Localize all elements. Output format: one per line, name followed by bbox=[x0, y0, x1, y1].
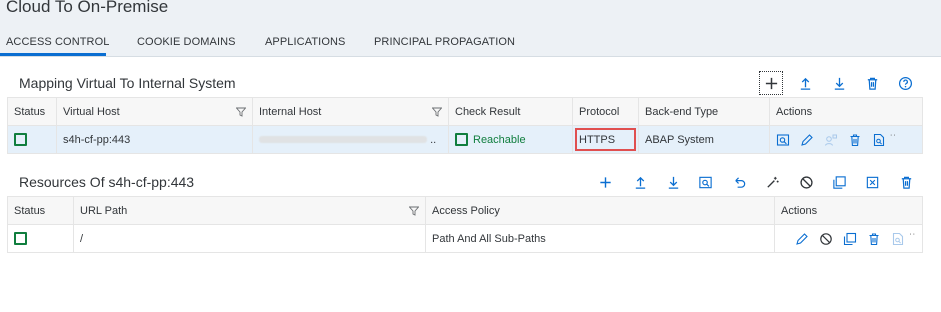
filter-icon[interactable] bbox=[409, 206, 419, 216]
mapping-header-row: Status Virtual Host Internal Host Check … bbox=[7, 97, 923, 126]
column-header-backend-type[interactable]: Back-end Type bbox=[638, 97, 770, 126]
status-ok-icon bbox=[14, 232, 27, 245]
view-log-icon[interactable] bbox=[872, 133, 886, 147]
resources-toolbar bbox=[594, 171, 924, 193]
virtual-host-cell: s4h-cf-pp:443 bbox=[56, 125, 253, 154]
plus-icon bbox=[765, 77, 777, 89]
column-header-internal-host[interactable]: Internal Host bbox=[252, 97, 449, 126]
table-row[interactable]: / Path And All Sub-Paths ˙˙ bbox=[7, 224, 923, 253]
tab-cookie-domains[interactable]: COOKIE DOMAINS bbox=[137, 36, 236, 48]
filter-icon[interactable] bbox=[432, 107, 442, 117]
column-header-check-result[interactable]: Check Result bbox=[448, 97, 573, 126]
upload-resources-button[interactable] bbox=[629, 171, 651, 193]
actions-cell: ˙˙ bbox=[769, 125, 923, 154]
column-header-actions: Actions bbox=[774, 196, 923, 225]
column-header-url-path[interactable]: URL Path bbox=[73, 196, 426, 225]
redacted-host-blur bbox=[259, 136, 427, 144]
more-icon[interactable]: ˙˙ bbox=[909, 233, 916, 244]
column-header-status[interactable]: Status bbox=[7, 196, 74, 225]
more-icon[interactable]: ˙˙ bbox=[890, 134, 897, 145]
copy-button[interactable] bbox=[828, 171, 850, 193]
download-button[interactable] bbox=[828, 72, 850, 94]
plus-icon bbox=[599, 176, 611, 188]
magic-wand-icon bbox=[766, 176, 779, 188]
check-resources-button[interactable] bbox=[694, 171, 716, 193]
mapping-table: Status Virtual Host Internal Host Check … bbox=[7, 97, 923, 154]
tab-applications[interactable]: APPLICATIONS bbox=[265, 36, 345, 48]
internal-host-cell: .. bbox=[252, 125, 449, 154]
edit-icon[interactable] bbox=[795, 232, 809, 246]
trash-icon bbox=[901, 176, 911, 189]
status-cell bbox=[7, 125, 57, 154]
copy-icon[interactable] bbox=[843, 232, 857, 246]
add-mapping-button[interactable] bbox=[759, 71, 783, 95]
upload-icon bbox=[800, 77, 810, 90]
undo-icon bbox=[734, 176, 745, 188]
check-availability-icon bbox=[698, 176, 712, 188]
close-box-icon bbox=[866, 176, 878, 188]
download-resources-button[interactable] bbox=[662, 171, 684, 193]
copy-icon bbox=[832, 175, 846, 189]
access-policy-cell: Path And All Sub-Paths bbox=[425, 224, 775, 253]
mapping-toolbar bbox=[759, 71, 920, 95]
disable-button[interactable] bbox=[795, 171, 817, 193]
download-icon bbox=[834, 77, 844, 90]
column-header-actions: Actions bbox=[769, 97, 923, 126]
delete-icon[interactable] bbox=[867, 232, 881, 246]
remove-button[interactable] bbox=[861, 171, 883, 193]
help-button[interactable] bbox=[894, 72, 916, 94]
disable-icon[interactable] bbox=[819, 232, 833, 246]
reachable-icon bbox=[455, 133, 468, 146]
upload-icon bbox=[635, 176, 645, 189]
filter-icon[interactable] bbox=[236, 107, 246, 117]
status-cell bbox=[7, 224, 74, 253]
delete-icon[interactable] bbox=[848, 133, 862, 147]
resources-section-title: Resources Of s4h-cf-pp:443 bbox=[19, 174, 195, 190]
column-header-protocol[interactable]: Protocol bbox=[572, 97, 639, 126]
tab-principal-propagation[interactable]: PRINCIPAL PROPAGATION bbox=[374, 36, 515, 48]
disable-icon bbox=[799, 175, 813, 189]
column-header-virtual-host[interactable]: Virtual Host bbox=[56, 97, 253, 126]
help-icon bbox=[898, 76, 912, 90]
url-path-cell: / bbox=[73, 224, 426, 253]
actions-cell: ˙˙ bbox=[774, 224, 923, 253]
trash-icon bbox=[867, 77, 877, 90]
magic-wand-button[interactable] bbox=[761, 171, 783, 193]
resources-header-row: Status URL Path Access Policy Actions bbox=[7, 196, 923, 225]
backend-type-cell: ABAP System bbox=[638, 125, 770, 154]
column-header-status[interactable]: Status bbox=[7, 97, 57, 126]
download-icon bbox=[668, 176, 678, 189]
check-result-cell: Reachable bbox=[448, 125, 573, 154]
undo-button[interactable] bbox=[728, 171, 750, 193]
table-row[interactable]: s4h-cf-pp:443 .. Reachable HTTPS ABAP Sy… bbox=[7, 125, 923, 154]
upload-button[interactable] bbox=[794, 72, 816, 94]
protocol-cell: HTTPS bbox=[572, 125, 639, 154]
status-ok-icon bbox=[14, 133, 27, 146]
active-tab-indicator bbox=[0, 53, 106, 56]
header-band: Cloud To On-Premise ACCESS CONTROL COOKI… bbox=[0, 0, 941, 57]
add-resource-button[interactable] bbox=[594, 171, 616, 193]
column-header-access-policy[interactable]: Access Policy bbox=[425, 196, 775, 225]
check-availability-icon[interactable] bbox=[776, 133, 790, 147]
delete-all-button[interactable] bbox=[861, 72, 883, 94]
delete-all-resources-button[interactable] bbox=[895, 171, 917, 193]
view-log-icon bbox=[891, 232, 905, 246]
mapping-section-title: Mapping Virtual To Internal System bbox=[19, 75, 236, 91]
principal-type-icon bbox=[824, 133, 838, 147]
page-title: Cloud To On-Premise bbox=[6, 0, 169, 16]
resources-table: Status URL Path Access Policy Actions / … bbox=[7, 196, 923, 253]
edit-icon[interactable] bbox=[800, 133, 814, 147]
tab-access-control[interactable]: ACCESS CONTROL bbox=[6, 36, 109, 48]
